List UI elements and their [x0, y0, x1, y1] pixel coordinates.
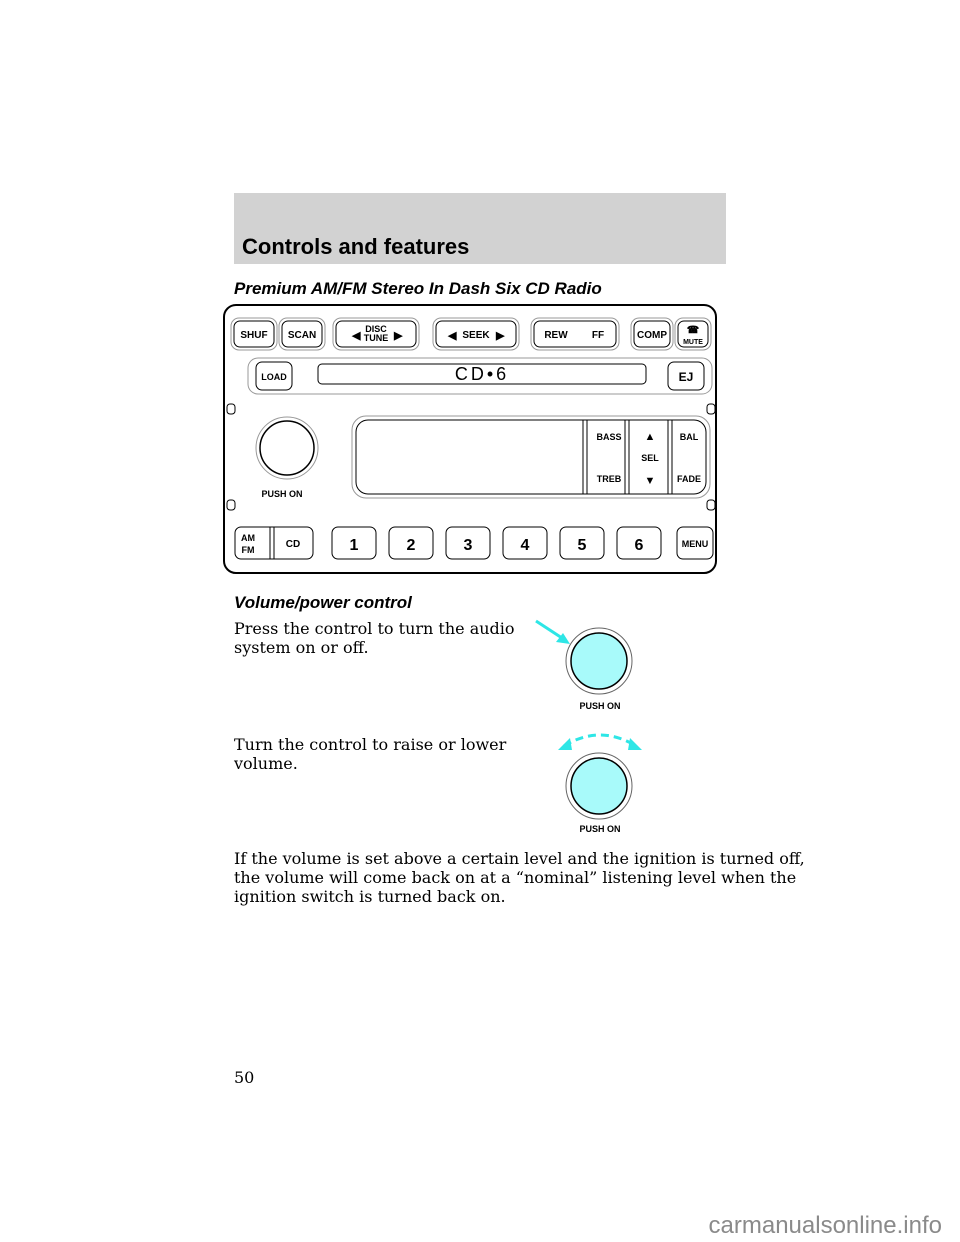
svg-text:MENU: MENU	[682, 539, 709, 549]
load-button[interactable]: LOAD	[255, 361, 293, 391]
svg-text:1: 1	[350, 537, 359, 554]
section-header: Controls and features	[234, 193, 726, 264]
svg-text:4: 4	[521, 537, 530, 554]
svg-text:EJ: EJ	[679, 370, 694, 384]
push-arrow-icon	[535, 619, 563, 640]
svg-text:SHUF: SHUF	[240, 330, 267, 341]
seek-button[interactable]: ◀ SEEK ▶	[432, 317, 520, 351]
eject-button[interactable]: EJ	[667, 361, 705, 391]
am-fm-cd-button[interactable]: AM FM CD	[234, 526, 314, 560]
svg-text:◀: ◀	[447, 330, 457, 342]
shuf-button[interactable]: SHUF	[230, 317, 278, 351]
svg-text:SEEK: SEEK	[462, 330, 490, 341]
section-title: Premium AM/FM Stereo In Dash Six CD Radi…	[234, 279, 602, 298]
svg-text:SCAN: SCAN	[288, 330, 316, 341]
svg-text:COMP: COMP	[637, 330, 667, 341]
svg-text:MUTE: MUTE	[683, 339, 703, 346]
right-arrow-icon: ▶	[393, 330, 403, 342]
phone-icon: ☎	[687, 325, 699, 336]
comp-button[interactable]: COMP	[630, 317, 674, 351]
volume-knob[interactable]	[255, 416, 319, 480]
svg-text:6: 6	[635, 537, 644, 554]
svg-text:5: 5	[578, 537, 587, 554]
note-paragraph: If the volume is set above a certain lev…	[234, 849, 805, 906]
svg-text:REW: REW	[544, 330, 568, 341]
svg-text:TREB: TREB	[597, 474, 622, 484]
watermark: carmanualsonline.info	[708, 1212, 942, 1239]
scan-button[interactable]: SCAN	[278, 317, 326, 351]
svg-text:PUSH ON: PUSH ON	[579, 701, 620, 711]
svg-text:LOAD: LOAD	[261, 372, 287, 382]
svg-text:TUNE: TUNE	[364, 333, 389, 343]
svg-text:BAL: BAL	[680, 432, 699, 442]
svg-text:SEL: SEL	[641, 453, 659, 463]
disc-tune-button[interactable]: ◀DISCTUNE ▶	[332, 317, 420, 351]
push-knob-figure: PUSH ON	[535, 619, 633, 711]
page-number: 50	[234, 1068, 255, 1087]
svg-text:AM: AM	[241, 533, 255, 543]
rew-ff-button[interactable]: REW FF	[530, 317, 620, 351]
menu-button[interactable]: MENU	[676, 526, 714, 560]
svg-text:▶: ▶	[495, 330, 505, 342]
svg-text:FADE: FADE	[677, 474, 701, 484]
cd-slot-label: CD•6	[455, 364, 509, 384]
rotate-arrow-icon	[563, 733, 637, 748]
header-title: Controls and features	[242, 234, 470, 259]
svg-text:PUSH ON: PUSH ON	[261, 489, 302, 499]
turn-knob-figure: PUSH ON	[558, 733, 642, 834]
svg-text:2: 2	[407, 537, 416, 554]
svg-text:3: 3	[464, 537, 473, 554]
down-arrow-icon: ▼	[645, 475, 656, 487]
svg-text:PUSH ON: PUSH ON	[579, 824, 620, 834]
left-arrow-icon: ◀	[351, 330, 361, 342]
press-paragraph: Press the control to turn the audio syste…	[234, 619, 515, 657]
svg-text:FF: FF	[592, 330, 604, 341]
turn-paragraph: Turn the control to raise or lower volume…	[234, 735, 507, 773]
radio-faceplate-diagram: SHUF SCAN ◀DISCTUNE ▶ ◀ SEEK ▶ REW FF COMP ☎…	[223, 304, 717, 574]
up-arrow-icon: ▲	[645, 431, 656, 443]
svg-text:FM: FM	[242, 545, 255, 555]
svg-text:CD: CD	[286, 539, 300, 550]
svg-text:BASS: BASS	[596, 432, 621, 442]
subsection-title: Volume/power control	[234, 593, 412, 612]
mute-button[interactable]: ☎ MUTE	[674, 317, 712, 351]
